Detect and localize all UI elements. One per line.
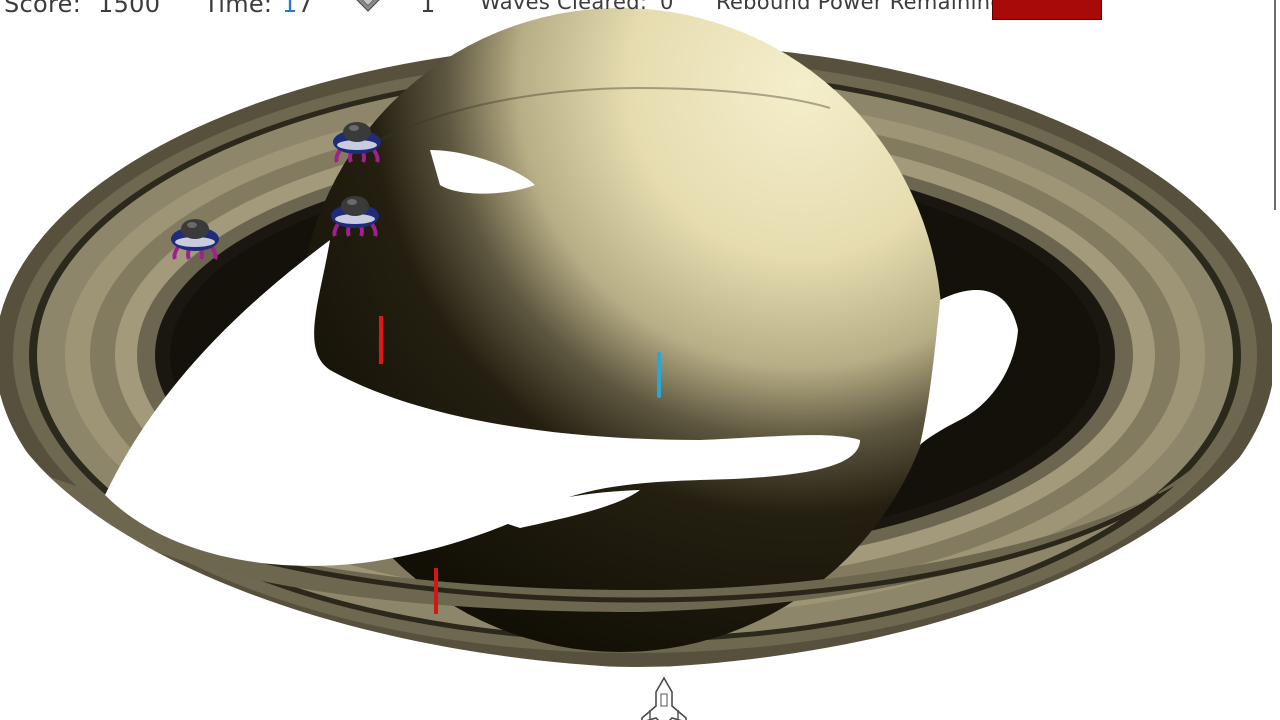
score-value: 1500: [98, 0, 161, 18]
player-laser: [657, 352, 661, 398]
score-label: Score:: [4, 0, 82, 18]
time-value: 17: [282, 0, 314, 18]
game-stage[interactable]: Score: 1500 Time: 17 1 Waves Cleared: 0 …: [0, 0, 1280, 720]
rebound-power-fill: [993, 0, 1101, 19]
waves-value: 0: [660, 0, 674, 14]
enemy-laser: [379, 316, 383, 364]
rebound-label: Rebound Power Remaining:: [716, 0, 1012, 14]
saturn-background: [0, 0, 1280, 720]
scroll-edge: [1274, 0, 1276, 210]
waves-label: Waves Cleared:: [480, 0, 648, 14]
lives-value: 1: [420, 0, 436, 18]
rebound-power-bar: [992, 0, 1102, 20]
heart-icon: [352, 0, 384, 19]
enemy-laser: [434, 568, 438, 614]
time-label: Time:: [204, 0, 273, 18]
